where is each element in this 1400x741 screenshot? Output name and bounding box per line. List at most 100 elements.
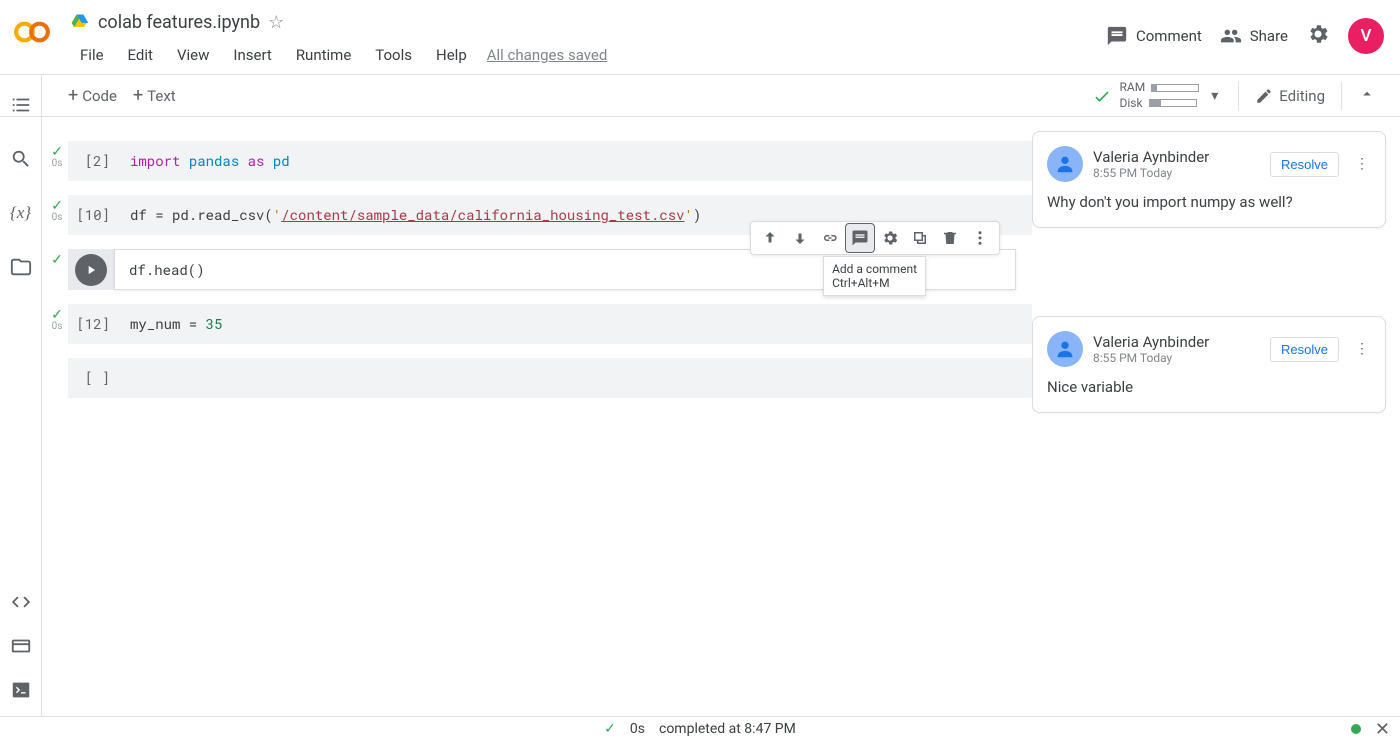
folder-icon <box>10 256 32 278</box>
comment-avatar <box>1047 331 1083 367</box>
chevron-up-icon <box>1358 85 1376 103</box>
editing-mode-button[interactable]: Editing <box>1247 87 1333 105</box>
cell-code[interactable]: my_num = 35 <box>116 304 1032 344</box>
resolve-button[interactable]: Resolve <box>1270 152 1339 177</box>
colab-logo <box>12 12 52 52</box>
run-cell-button[interactable] <box>68 249 114 290</box>
cell-prompt: [10] <box>68 195 116 235</box>
star-icon[interactable]: ☆ <box>268 12 284 33</box>
resolve-button[interactable]: Resolve <box>1270 337 1339 362</box>
link-icon <box>821 229 839 247</box>
command-palette-button[interactable] <box>9 634 33 658</box>
play-icon <box>84 263 98 277</box>
menu-view[interactable]: View <box>167 42 219 68</box>
cell-more-button[interactable] <box>965 223 995 253</box>
avatar[interactable]: V <box>1348 18 1384 54</box>
cell-code[interactable] <box>116 358 1032 398</box>
person-icon <box>1054 153 1076 175</box>
code-cell[interactable]: ✓0s [12] my_num = 35 <box>68 304 1032 344</box>
comment-card[interactable]: Valeria Aynbinder 8:55 PM Today Resolve … <box>1032 316 1386 413</box>
cell-settings-button[interactable] <box>875 223 905 253</box>
add-comment-button[interactable] <box>845 223 875 253</box>
collapse-button[interactable] <box>1350 85 1384 107</box>
cell-code[interactable]: import pandas as pd <box>116 141 1032 181</box>
menu-help[interactable]: Help <box>426 42 477 68</box>
menu-file[interactable]: File <box>70 42 114 68</box>
menu-insert[interactable]: Insert <box>223 42 281 68</box>
arrow-down-icon <box>791 229 809 247</box>
notebook-area: ✓0s [2] import pandas as pd ✓0s [10] df … <box>42 117 1032 716</box>
cell-status: ✓0s <box>48 198 66 223</box>
header: colab features.ipynb ☆ File Edit View In… <box>0 0 1400 75</box>
move-up-button[interactable] <box>755 223 785 253</box>
cell-prompt: [2] <box>68 141 116 181</box>
status-check-icon: ✓ <box>604 721 616 737</box>
connection-check-icon <box>1092 86 1112 106</box>
resource-menu-dropdown[interactable]: ▾ <box>1199 88 1230 104</box>
status-close-button[interactable]: ✕ <box>1375 719 1390 740</box>
comment-author: Valeria Aynbinder <box>1093 333 1209 351</box>
comment-avatar <box>1047 146 1083 182</box>
comment-more-button[interactable]: ⋮ <box>1349 156 1371 172</box>
comments-panel: Valeria Aynbinder 8:55 PM Today Resolve … <box>1032 117 1400 716</box>
trash-icon <box>941 229 959 247</box>
files-button[interactable] <box>9 255 33 279</box>
menu-tools[interactable]: Tools <box>365 42 422 68</box>
mirror-icon <box>911 229 929 247</box>
cell-status: ✓ <box>48 252 66 268</box>
search-icon <box>10 148 32 170</box>
variables-button[interactable]: {x} <box>9 201 33 225</box>
share-button[interactable]: Share <box>1220 25 1288 47</box>
code-snippets-button[interactable] <box>9 590 33 614</box>
comment-more-button[interactable]: ⋮ <box>1349 341 1371 357</box>
status-message: completed at 8:47 PM <box>659 721 796 737</box>
cell-status: ✓0s <box>48 144 66 169</box>
comment-body: Why don't you import numpy as well? <box>1047 192 1371 213</box>
cell-prompt: [ ] <box>68 358 116 398</box>
mirror-cell-button[interactable] <box>905 223 935 253</box>
code-cell[interactable]: ✓0s [2] import pandas as pd <box>68 141 1032 181</box>
code-icon <box>10 591 32 613</box>
delete-cell-button[interactable] <box>935 223 965 253</box>
status-duration: 0s <box>630 721 645 737</box>
code-cell-active[interactable]: ✓ df.head() Add a comment Ctrl+Alt+M <box>68 249 1016 290</box>
resource-meter[interactable]: RAM Disk <box>1120 80 1200 111</box>
comment-icon <box>1106 25 1128 47</box>
save-status[interactable]: All changes saved <box>487 46 608 64</box>
terminal-icon <box>10 679 32 701</box>
comment-time: 8:55 PM Today <box>1093 351 1209 365</box>
gear-icon <box>881 229 899 247</box>
find-button[interactable] <box>9 147 33 171</box>
tooltip: Add a comment Ctrl+Alt+M <box>823 256 926 296</box>
cell-prompt: [12] <box>68 304 116 344</box>
terminal-bar-icon <box>10 635 32 657</box>
arrow-up-icon <box>761 229 779 247</box>
toolbar: +Code +Text RAM Disk ▾ Editing <box>0 75 1400 117</box>
comment-author: Valeria Aynbinder <box>1093 148 1209 166</box>
main: ✓0s [2] import pandas as pd ✓0s [10] df … <box>42 117 1400 716</box>
cell-status: ✓0s <box>48 307 66 332</box>
link-button[interactable] <box>815 223 845 253</box>
more-vert-icon <box>971 229 989 247</box>
menu-edit[interactable]: Edit <box>118 42 163 68</box>
terminal-button[interactable] <box>9 678 33 702</box>
person-icon <box>1054 338 1076 360</box>
comment-icon <box>851 229 869 247</box>
drive-icon <box>70 12 90 32</box>
code-cell[interactable]: [ ] <box>68 358 1032 398</box>
settings-button[interactable] <box>1306 22 1330 50</box>
pencil-icon <box>1255 87 1273 105</box>
comment-card[interactable]: Valeria Aynbinder 8:55 PM Today Resolve … <box>1032 131 1386 228</box>
comment-button[interactable]: Comment <box>1106 25 1202 47</box>
list-icon <box>10 94 32 116</box>
status-bar: ✓ 0s completed at 8:47 PM ✕ <box>0 716 1400 741</box>
notebook-title[interactable]: colab features.ipynb <box>98 12 260 33</box>
add-code-button[interactable]: +Code <box>60 83 125 109</box>
move-down-button[interactable] <box>785 223 815 253</box>
toc-button[interactable] <box>9 93 33 117</box>
left-rail: {x} <box>0 75 42 716</box>
add-text-button[interactable]: +Text <box>125 83 184 109</box>
comment-time: 8:55 PM Today <box>1093 166 1209 180</box>
people-icon <box>1220 25 1242 47</box>
menu-runtime[interactable]: Runtime <box>286 42 361 68</box>
